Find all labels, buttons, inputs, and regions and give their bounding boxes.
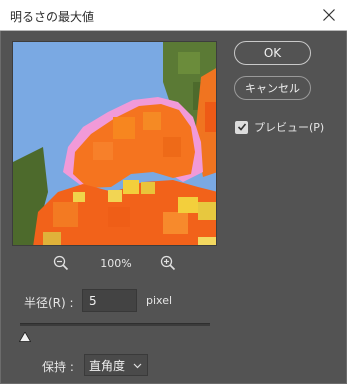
preview-checkbox-row[interactable]: プレビュー(P) <box>235 119 324 135</box>
radius-unit: pixel <box>146 294 173 307</box>
preserve-label: 保持 : <box>42 360 74 374</box>
zoom-out-icon <box>53 255 69 271</box>
preview-image[interactable] <box>12 41 217 246</box>
preview-checkbox-label: プレビュー(P) <box>254 121 325 134</box>
zoom-controls: 100% <box>0 255 230 275</box>
checkmark-icon <box>237 123 246 131</box>
radius-label: 半径(R) : <box>24 296 74 310</box>
slider-thumb-icon <box>18 331 32 342</box>
flower-preview <box>13 42 216 245</box>
ok-button[interactable]: OK <box>234 41 311 65</box>
preview-checkbox[interactable] <box>235 120 248 134</box>
close-button[interactable] <box>317 4 341 26</box>
zoom-out-button[interactable] <box>53 255 71 273</box>
preserve-select[interactable]: 直角度 <box>84 354 148 376</box>
cancel-button[interactable]: キャンセル <box>234 76 311 100</box>
radius-slider-track[interactable] <box>20 323 210 326</box>
radius-slider-thumb[interactable] <box>18 327 32 342</box>
zoom-level: 100% <box>100 257 132 270</box>
zoom-in-icon <box>160 255 176 271</box>
radius-input[interactable] <box>82 289 137 312</box>
close-icon <box>323 9 335 21</box>
title-bar: 明るさの最大値 <box>0 0 347 31</box>
zoom-in-button[interactable] <box>160 255 178 273</box>
preserve-selected-value: 直角度 <box>89 358 126 373</box>
window-title: 明るさの最大値 <box>10 10 95 24</box>
chevron-down-icon <box>133 363 142 369</box>
